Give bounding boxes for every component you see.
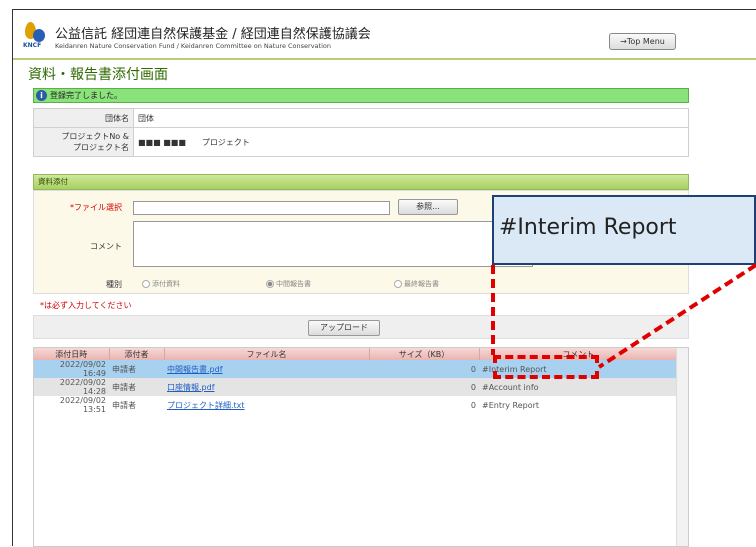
highlight-box: [493, 355, 599, 379]
vertical-scrollbar[interactable]: [676, 348, 688, 546]
row-size: 0: [369, 396, 479, 414]
row-comment: #Entry Report: [479, 396, 678, 414]
status-message: i 登録完了しました。: [33, 88, 689, 103]
col-attacher[interactable]: 添付者: [109, 348, 165, 360]
file-path-input[interactable]: [133, 201, 390, 215]
type-label: 種別: [106, 280, 122, 289]
radio-final-report[interactable]: 最終報告書: [394, 279, 439, 289]
row-date: 2022/09/02 13:51: [34, 396, 109, 414]
radio-circle: [394, 280, 402, 288]
info-icon: i: [36, 90, 47, 101]
radio-circle: [142, 280, 150, 288]
kncf-logo: KNCF: [23, 22, 49, 52]
zoom-callout: #Interim Report: [492, 195, 756, 265]
browse-button[interactable]: 参照...: [398, 199, 458, 215]
org-title: 公益信託 経団連自然保護基金 / 経団連自然保護協議会: [55, 27, 371, 42]
row-size: 0: [369, 378, 479, 396]
header: KNCF 公益信託 経団連自然保護基金 / 経団連自然保護協議会 Keidanr…: [13, 10, 756, 58]
table-row[interactable]: 2022/09/02 14:28 申請者 口座情報.pdf 0 #Account…: [34, 378, 678, 396]
row-attacher: 申請者: [109, 378, 164, 396]
radio-attachment[interactable]: 添付資料: [142, 279, 180, 289]
required-note: *は必ず入力してください: [40, 301, 132, 310]
file-link[interactable]: 口座情報.pdf: [167, 383, 215, 392]
org-name-value: 団体: [133, 108, 689, 128]
app-window: KNCF 公益信託 経団連自然保護基金 / 経団連自然保護協議会 Keidanr…: [12, 9, 756, 547]
project-info-table: 団体名 団体 プロジェクトNo & プロジェクト名 ■■■ ■■■ プロジェクト: [33, 108, 689, 157]
org-subtitle: Keidanren Nature Conservation Fund / Kei…: [55, 42, 331, 50]
upload-bar: アップロード: [33, 315, 689, 339]
row-attacher: 申請者: [109, 396, 164, 414]
row-date: 2022/09/02 16:49: [34, 360, 109, 378]
table-row[interactable]: 2022/09/02 13:51 申請者 プロジェクト詳細.txt 0 #Ent…: [34, 396, 678, 414]
org-name-label: 団体名: [33, 108, 134, 128]
file-link[interactable]: 中間報告書.pdf: [167, 365, 223, 374]
project-label: プロジェクトNo & プロジェクト名: [33, 127, 134, 157]
header-divider: [13, 58, 756, 60]
col-date[interactable]: 添付日時: [34, 348, 110, 360]
project-value: ■■■ ■■■ プロジェクト: [133, 127, 689, 157]
status-message-text: 登録完了しました。: [50, 91, 122, 100]
radio-interim-report[interactable]: 中間報告書: [266, 279, 311, 289]
radio-final-label: 最終報告書: [404, 280, 439, 288]
logo-text: KNCF: [23, 42, 42, 49]
file-select-label: *ファイル選択: [70, 203, 122, 212]
row-date: 2022/09/02 14:28: [34, 378, 109, 396]
col-filename[interactable]: ファイル名: [164, 348, 370, 360]
radio-attachment-label: 添付資料: [152, 280, 180, 288]
file-link[interactable]: プロジェクト詳細.txt: [167, 401, 245, 410]
radio-interim-label: 中間報告書: [276, 280, 311, 288]
comment-label: コメント: [90, 242, 122, 251]
col-size[interactable]: サイズ（KB）: [369, 348, 480, 360]
attach-section-header: 資料添付: [33, 174, 689, 190]
comment-textarea[interactable]: [133, 221, 533, 267]
radio-circle-selected: [266, 280, 274, 288]
row-comment: #Account info: [479, 378, 678, 396]
page-title: 資料・報告書添付画面: [28, 67, 168, 83]
top-menu-button[interactable]: →Top Menu: [609, 33, 676, 50]
row-attacher: 申請者: [109, 360, 164, 378]
upload-button[interactable]: アップロード: [308, 320, 380, 336]
row-size: 0: [369, 360, 479, 378]
